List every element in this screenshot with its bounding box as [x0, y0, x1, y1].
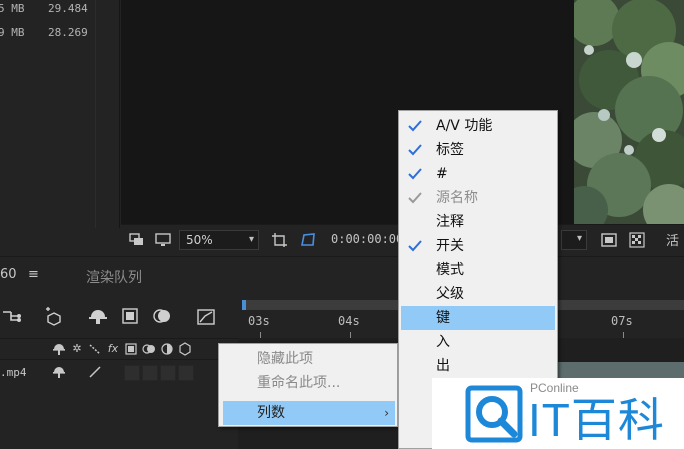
column-divider[interactable] [95, 0, 96, 228]
switch-box[interactable] [160, 365, 176, 381]
menu-item-columns[interactable]: 列数 › [223, 401, 395, 425]
timeline-toolbar [0, 294, 238, 338]
menu-item-rename-this[interactable]: 重命名此项... [223, 371, 395, 395]
panel-menu-icon[interactable]: ≡ [28, 267, 39, 282]
checkmark-icon [407, 114, 423, 138]
draft-3d-icon[interactable] [44, 306, 64, 326]
always-preview-icon[interactable] [129, 232, 145, 248]
column-context-menu: 隐藏此项 重命名此项... 列数 › [218, 343, 398, 427]
submenu-item-source-name[interactable]: 源名称 [401, 186, 555, 210]
menu-item-label: 重命名此项... [257, 375, 341, 391]
switch-box[interactable] [178, 365, 194, 381]
submenu-item-mode[interactable]: 模式 [401, 258, 555, 282]
submenu-item-label: 模式 [436, 262, 464, 278]
watermark-title: IT百科 [528, 394, 665, 446]
shy-layers-icon[interactable] [88, 306, 108, 326]
collapse-transform-icon[interactable]: ✲ [70, 342, 84, 356]
zoom-level-select[interactable]: 50% ▾ [179, 230, 259, 250]
graph-branch-icon[interactable] [2, 306, 22, 326]
file-size: 9 MB [0, 26, 25, 39]
3d-layer-icon[interactable] [178, 342, 192, 356]
motion-blur-switch-icon[interactable] [142, 342, 156, 356]
checkmark-icon [407, 162, 423, 186]
region-of-interest-icon[interactable] [271, 232, 287, 248]
submenu-item-label: 入 [436, 334, 450, 350]
graph-editor-icon[interactable] [196, 306, 216, 326]
file-duration: 29.484 [48, 2, 88, 15]
current-time[interactable]: 0:00:00:00 [331, 232, 403, 246]
zoom-value: 50% [186, 233, 213, 247]
submenu-item-in[interactable]: 入 [401, 330, 555, 354]
switch-box[interactable] [142, 365, 158, 381]
fast-previews-icon[interactable] [601, 232, 617, 248]
frame-blending-icon[interactable] [120, 306, 140, 326]
submenu-item-parent[interactable]: 父级 [401, 282, 555, 306]
work-area-start-handle[interactable] [242, 300, 246, 310]
frame-blend-switch-icon[interactable] [124, 342, 138, 356]
transparency-grid-icon[interactable] [629, 232, 645, 248]
submenu-item-out[interactable]: 出 [401, 354, 555, 378]
active-camera-select[interactable]: 活 [666, 230, 679, 249]
monitor-icon[interactable] [155, 232, 171, 248]
chevron-right-icon: › [384, 406, 389, 420]
ruler-tick-label: 03s [248, 314, 270, 328]
submenu-item-number[interactable]: # [401, 162, 555, 186]
adjustment-layer-icon[interactable] [160, 342, 174, 356]
video-frame-trees [574, 0, 684, 224]
layer-name[interactable]: .mp4 [0, 366, 27, 379]
shy-icon[interactable] [52, 342, 66, 356]
file-duration: 28.269 [48, 26, 88, 39]
submenu-item-keys[interactable]: 键 [401, 306, 555, 330]
submenu-item-av-features[interactable]: A/V 功能 [401, 114, 555, 138]
switches-column-header: ✲ fx [0, 338, 238, 360]
submenu-item-label: 出 [436, 358, 450, 374]
menu-item-label: 隐藏此项 [257, 351, 313, 367]
menu-item-label: 列数 [257, 405, 285, 421]
submenu-item-comment[interactable]: 注释 [401, 210, 555, 234]
magnifier-logo-icon [464, 384, 524, 448]
project-panel: 5 MB 29.484 9 MB 28.269 [0, 0, 120, 228]
shy-switch-icon[interactable] [52, 365, 66, 379]
file-size: 5 MB [0, 2, 25, 15]
chevron-down-icon: ▾ [248, 234, 254, 245]
checkmark-icon [407, 234, 423, 258]
tab-render-queue[interactable]: 渲染队列 [86, 267, 142, 287]
submenu-item-label: 键 [436, 310, 450, 326]
quality-icon[interactable] [88, 342, 102, 356]
submenu-item-label: 注释 [436, 214, 464, 230]
ruler-tick-label: 07s [611, 314, 633, 328]
layer-list-empty-area[interactable] [0, 386, 238, 449]
checkmark-icon [407, 186, 423, 210]
timeline-panel-header: 60 ≡ 渲染队列 [0, 256, 684, 294]
submenu-item-label-column[interactable]: 标签 [401, 138, 555, 162]
menu-item-hide-this[interactable]: 隐藏此项 [223, 347, 395, 371]
pconline-watermark: PConline IT百科 [432, 378, 684, 449]
submenu-item-label: 标签 [436, 142, 464, 158]
mask-visibility-icon[interactable] [299, 232, 315, 248]
timeline-layer-row[interactable]: .mp4 [0, 360, 238, 386]
chevron-down-icon: ▾ [576, 233, 582, 244]
submenu-item-label: 开关 [436, 238, 464, 254]
resolution-select[interactable]: ▾ [561, 230, 587, 250]
submenu-item-switches[interactable]: 开关 [401, 234, 555, 258]
ruler-tick-label: 04s [338, 314, 360, 328]
submenu-item-label: A/V 功能 [436, 118, 493, 134]
motion-blur-icon[interactable] [152, 306, 172, 326]
quality-switch-icon[interactable] [88, 365, 102, 379]
submenu-item-label: 源名称 [436, 190, 478, 206]
tab-composition[interactable]: 60 [0, 267, 17, 282]
switch-box[interactable] [124, 365, 140, 381]
checkmark-icon [407, 138, 423, 162]
submenu-item-label: 父级 [436, 286, 464, 302]
submenu-item-label: # [436, 166, 448, 182]
effects-fx-icon[interactable]: fx [106, 342, 120, 356]
